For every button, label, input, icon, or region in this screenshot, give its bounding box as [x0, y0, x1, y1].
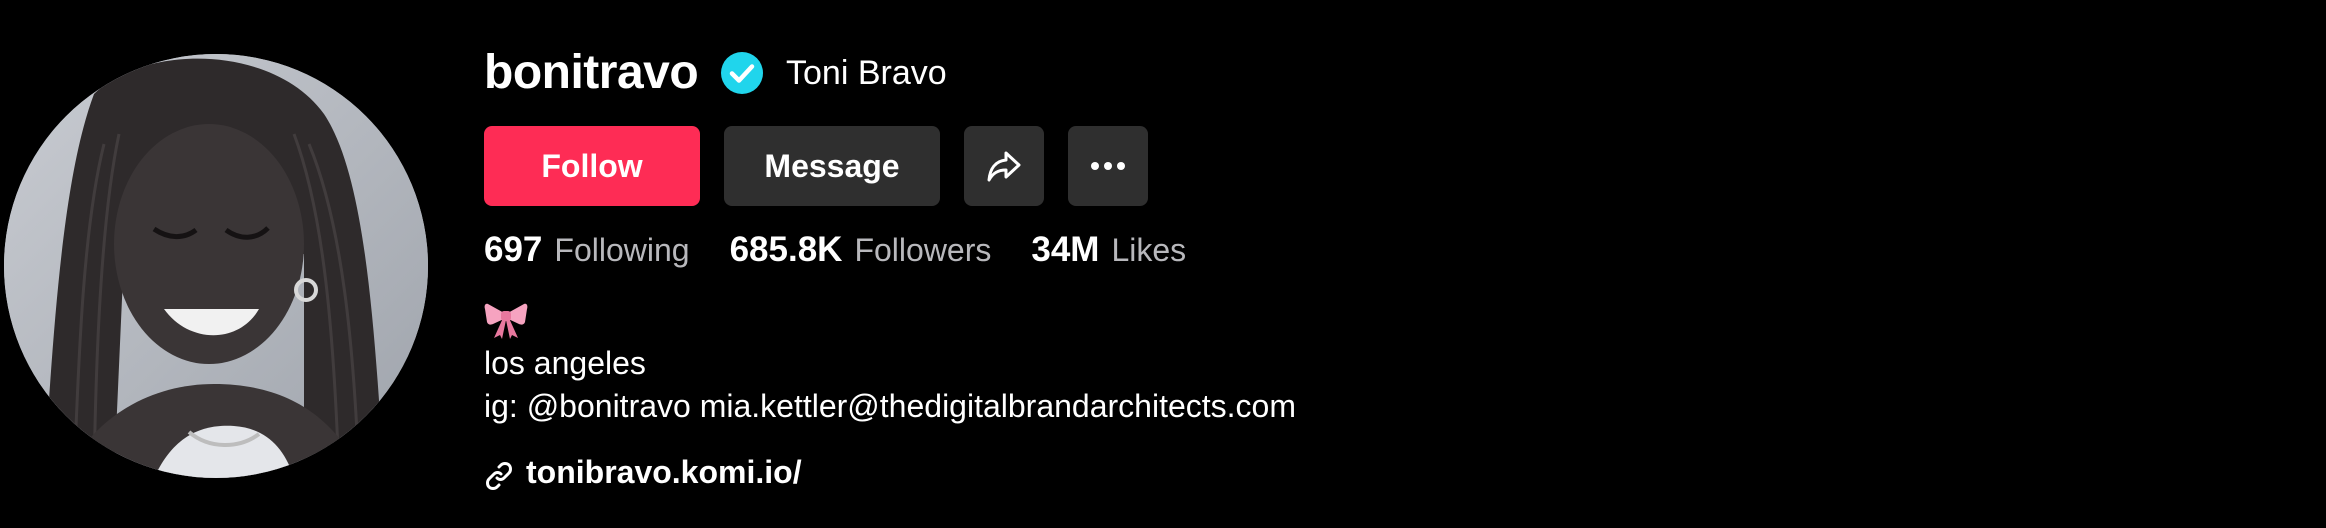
- avatar[interactable]: [4, 54, 428, 478]
- share-icon: [987, 151, 1021, 182]
- more-options-button[interactable]: [1068, 126, 1148, 206]
- more-dots-icon: [1091, 162, 1125, 170]
- stat-value: 685.8K: [729, 230, 843, 269]
- message-button[interactable]: Message: [724, 126, 940, 206]
- stat-label: Following: [554, 232, 690, 268]
- profile-link[interactable]: tonibravo.komi.io/: [484, 454, 802, 491]
- bio-location: los angeles: [484, 345, 646, 381]
- verified-badge-icon: [721, 52, 763, 94]
- bio: los angeles ig: @bonitravo mia.kettler@t…: [484, 298, 1296, 428]
- profile-header: bonitravo Toni Bravo Follow Message 697 …: [0, 0, 2326, 528]
- stat-label: Likes: [1111, 232, 1187, 268]
- profile-link-text: tonibravo.komi.io/: [526, 454, 802, 490]
- username: bonitravo: [484, 46, 699, 99]
- stat-following[interactable]: 697 Following: [484, 230, 690, 270]
- share-button[interactable]: [964, 126, 1044, 206]
- stat-likes: 34M Likes: [1031, 230, 1186, 270]
- bio-contact: ig: @bonitravo mia.kettler@thedigitalbra…: [484, 388, 1296, 424]
- stat-value: 34M: [1031, 230, 1100, 269]
- profile-stats: 697 Following 685.8K Followers 34M Likes: [484, 230, 1226, 278]
- avatar-photo: [4, 54, 428, 478]
- stat-value: 697: [484, 230, 543, 269]
- link-icon: [486, 461, 512, 490]
- follow-button[interactable]: Follow: [484, 126, 700, 206]
- display-name: Toni Bravo: [786, 54, 947, 92]
- stat-label: Followers: [854, 232, 992, 268]
- ribbon-emoji-icon: [484, 303, 528, 339]
- stat-followers[interactable]: 685.8K Followers: [730, 230, 992, 270]
